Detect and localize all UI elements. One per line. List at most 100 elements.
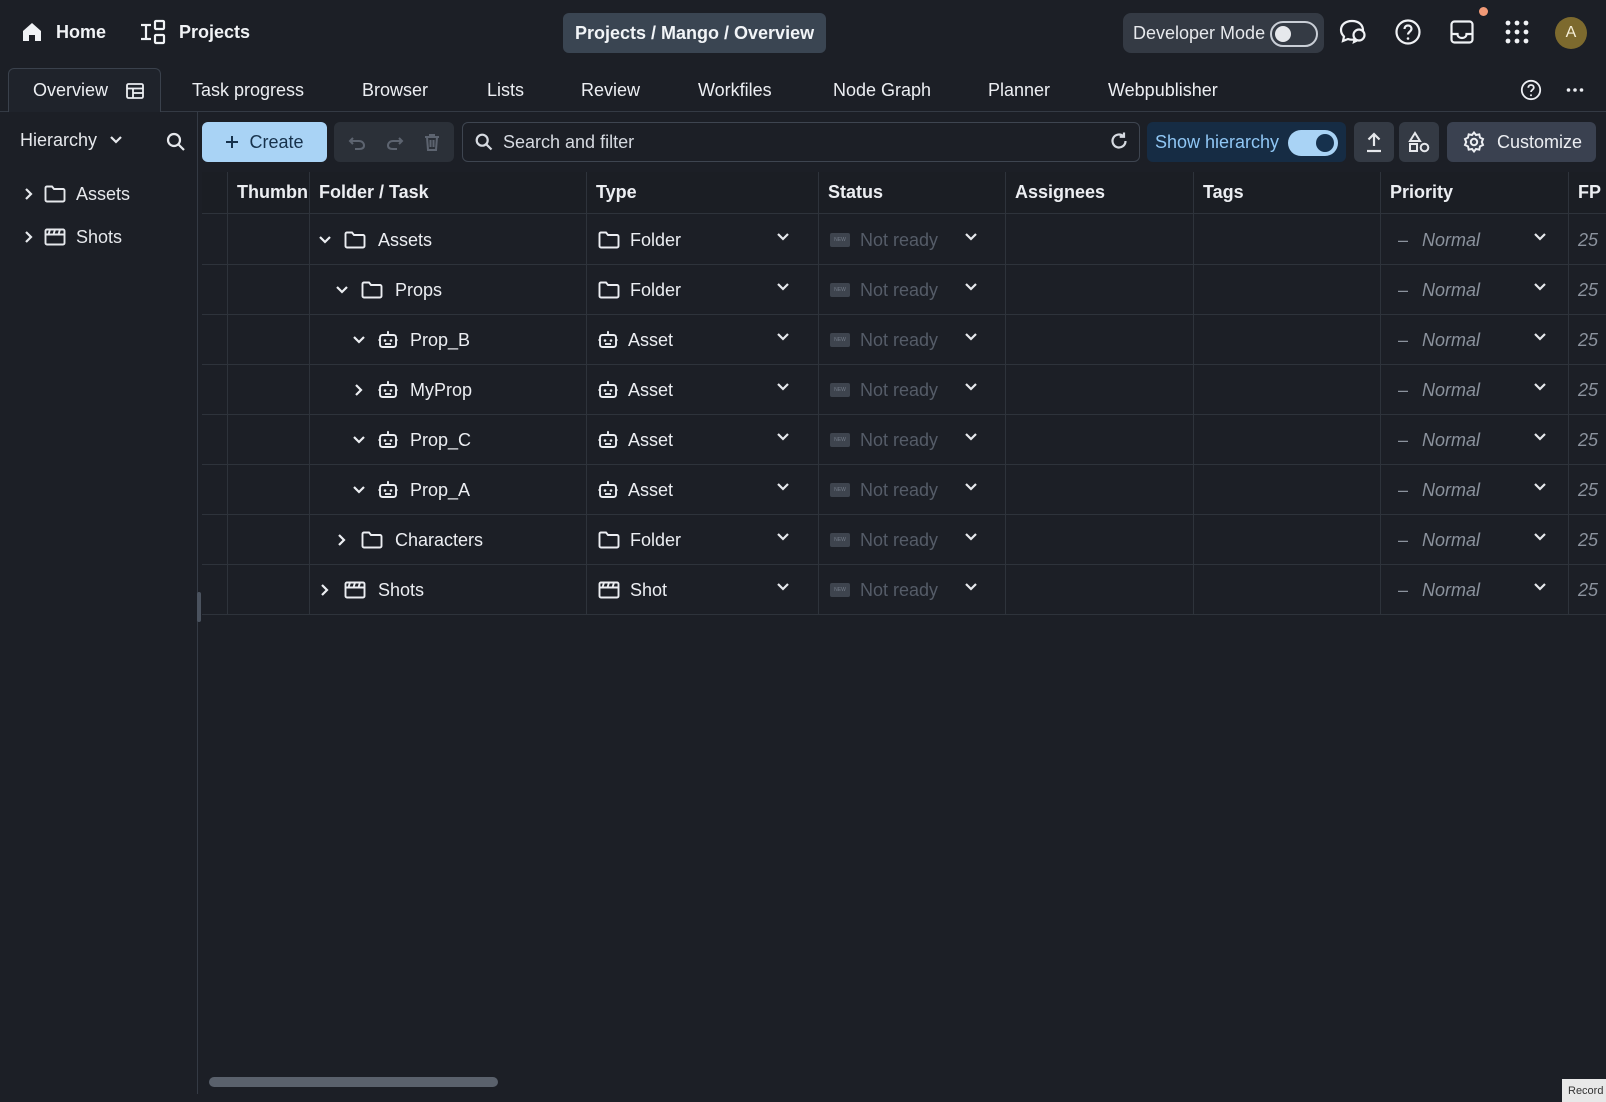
folder-task-cell[interactable]: Assets (318, 215, 432, 265)
chevron-down-icon[interactable] (1533, 432, 1547, 442)
search-filter-input[interactable]: Search and filter (462, 122, 1140, 162)
chevron-down-icon[interactable] (335, 285, 349, 295)
record-label[interactable]: Record (1562, 1079, 1606, 1102)
type-cell[interactable]: Asset (598, 465, 673, 515)
undo-icon[interactable] (348, 134, 366, 150)
priority-cell[interactable]: – Normal (1398, 515, 1480, 565)
folder-task-cell[interactable]: Props (335, 265, 442, 315)
layout-icon[interactable] (126, 82, 144, 99)
status-cell[interactable]: NEW Not ready (830, 365, 938, 415)
developer-mode-toggle[interactable]: Developer Mode (1123, 13, 1324, 53)
sidebar-item-assets[interactable]: Assets (24, 178, 130, 210)
hierarchy-search-icon[interactable] (166, 132, 186, 152)
select-column-header[interactable] (202, 172, 227, 214)
column-header-tags[interactable]: Tags (1193, 172, 1380, 214)
tab-review[interactable]: Review (581, 68, 640, 112)
chevron-down-icon[interactable] (776, 332, 790, 342)
status-cell[interactable]: NEW Not ready (830, 565, 938, 615)
chevron-down-icon[interactable] (776, 482, 790, 492)
table-row[interactable]: Props Folder NEW Not ready – Normal 25 (202, 265, 1606, 315)
table-row[interactable]: Prop_B Asset NEW Not ready – Normal 25 (202, 315, 1606, 365)
chevron-right-icon[interactable] (335, 533, 349, 547)
column-header-priority[interactable]: Priority (1380, 172, 1568, 214)
help-icon[interactable] (1393, 17, 1423, 47)
table-row[interactable]: Prop_A Asset NEW Not ready – Normal 25 (202, 465, 1606, 515)
tab-planner[interactable]: Planner (988, 68, 1050, 112)
column-header-assignees[interactable]: Assignees (1005, 172, 1193, 214)
chevron-down-icon[interactable] (352, 335, 366, 345)
chevron-down-icon[interactable] (1533, 582, 1547, 592)
status-cell[interactable]: NEW Not ready (830, 415, 938, 465)
tab-lists[interactable]: Lists (487, 68, 524, 112)
chevron-right-icon[interactable] (24, 230, 34, 244)
horizontal-scrollbar[interactable] (209, 1077, 498, 1087)
show-hierarchy-toggle[interactable]: Show hierarchy (1147, 122, 1346, 162)
type-cell[interactable]: Folder (598, 265, 681, 315)
chevron-down-icon[interactable] (964, 282, 978, 292)
tab-workfiles[interactable]: Workfiles (698, 68, 772, 112)
chevron-down-icon[interactable] (964, 582, 978, 592)
chevron-down-icon[interactable] (964, 332, 978, 342)
chevron-down-icon[interactable] (776, 232, 790, 242)
type-cell[interactable]: Folder (598, 215, 681, 265)
type-cell[interactable]: Shot (598, 565, 667, 615)
chevron-down-icon[interactable] (964, 482, 978, 492)
redo-icon[interactable] (386, 134, 404, 150)
chevron-down-icon[interactable] (964, 532, 978, 542)
priority-cell[interactable]: – Normal (1398, 415, 1480, 465)
fp-cell[interactable]: 25 (1578, 315, 1598, 365)
column-header-thumbnail[interactable]: Thumbn (227, 172, 309, 214)
chevron-down-icon[interactable] (1533, 532, 1547, 542)
chevron-down-icon[interactable] (1533, 382, 1547, 392)
hierarchy-dropdown[interactable]: Hierarchy (20, 122, 123, 158)
chevron-down-icon[interactable] (318, 235, 332, 245)
table-row[interactable]: Characters Folder NEW Not ready – Normal… (202, 515, 1606, 565)
table-row[interactable]: Assets Folder NEW Not ready – Normal 25 (202, 215, 1606, 265)
priority-cell[interactable]: – Normal (1398, 215, 1480, 265)
column-header-status[interactable]: Status (818, 172, 1005, 214)
tab-overview[interactable]: Overview (8, 68, 161, 112)
fp-cell[interactable]: 25 (1578, 565, 1598, 615)
fp-cell[interactable]: 25 (1578, 265, 1598, 315)
folder-task-cell[interactable]: Prop_B (352, 315, 470, 365)
sidebar-item-shots[interactable]: Shots (24, 221, 122, 253)
column-header-fp[interactable]: FP (1568, 172, 1606, 214)
chevron-down-icon[interactable] (964, 232, 978, 242)
status-cell[interactable]: NEW Not ready (830, 265, 938, 315)
chevron-down-icon[interactable] (964, 382, 978, 392)
chevron-down-icon[interactable] (776, 532, 790, 542)
apps-grid-icon[interactable] (1502, 17, 1532, 47)
table-row[interactable]: Prop_C Asset NEW Not ready – Normal 25 (202, 415, 1606, 465)
show-hierarchy-switch[interactable] (1288, 130, 1338, 156)
create-button[interactable]: Create (202, 122, 327, 162)
folder-task-cell[interactable]: MyProp (352, 365, 472, 415)
fp-cell[interactable]: 25 (1578, 365, 1598, 415)
priority-cell[interactable]: – Normal (1398, 465, 1480, 515)
tab-task-progress[interactable]: Task progress (192, 68, 304, 112)
shapes-button[interactable] (1399, 122, 1439, 162)
type-cell[interactable]: Folder (598, 515, 681, 565)
chevron-down-icon[interactable] (1533, 232, 1547, 242)
projects-link[interactable]: Projects (139, 14, 250, 50)
user-avatar[interactable]: A (1555, 17, 1587, 49)
priority-cell[interactable]: – Normal (1398, 315, 1480, 365)
upload-button[interactable] (1354, 122, 1394, 162)
tab-help-icon[interactable] (1520, 79, 1542, 101)
type-cell[interactable]: Asset (598, 365, 673, 415)
chevron-down-icon[interactable] (352, 485, 366, 495)
chevron-right-icon[interactable] (352, 383, 366, 397)
folder-task-cell[interactable]: Prop_A (352, 465, 470, 515)
table-row[interactable]: MyProp Asset NEW Not ready – Normal 25 (202, 365, 1606, 415)
table-row[interactable]: Shots Shot NEW Not ready – Normal 25 (202, 565, 1606, 615)
chevron-down-icon[interactable] (776, 282, 790, 292)
chevron-down-icon[interactable] (1533, 482, 1547, 492)
folder-task-cell[interactable]: Shots (318, 565, 424, 615)
chevron-down-icon[interactable] (776, 382, 790, 392)
tab-webpublisher[interactable]: Webpublisher (1108, 68, 1218, 112)
status-cell[interactable]: NEW Not ready (830, 215, 938, 265)
folder-task-cell[interactable]: Characters (335, 515, 483, 565)
type-cell[interactable]: Asset (598, 315, 673, 365)
inbox-icon[interactable] (1447, 17, 1477, 47)
home-link[interactable]: Home (20, 14, 106, 50)
chevron-down-icon[interactable] (776, 582, 790, 592)
